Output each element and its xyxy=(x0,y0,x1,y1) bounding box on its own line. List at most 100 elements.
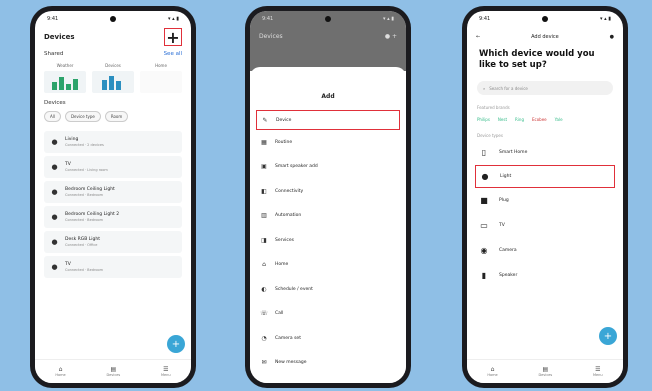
shortcut-thumbnail xyxy=(44,71,86,93)
fab-button[interactable]: + xyxy=(167,335,185,353)
device-type-smart-home[interactable]: ▯ Smart Home xyxy=(467,140,623,165)
filter-chip-device-type[interactable]: Device type xyxy=(64,111,101,122)
nav-item-devices[interactable]: ▤ Devices xyxy=(538,366,552,377)
brand-item[interactable]: Ecobee xyxy=(532,117,547,122)
tv-icon: ▭ xyxy=(480,221,488,230)
bottom-nav: ⌂ Home ▤ Devices ☰ Menu xyxy=(467,359,623,383)
device-type-label: Plug xyxy=(499,198,509,203)
filter-chip-all[interactable]: All xyxy=(44,111,61,122)
status-bar: 9:41 ▾ ▴ ▮ xyxy=(35,11,191,27)
menu-item-device[interactable]: ✎ Device xyxy=(256,110,400,130)
fab-button[interactable]: + xyxy=(599,327,617,345)
device-icon: ● xyxy=(51,213,58,221)
device-type-plug[interactable]: ■ Plug xyxy=(467,188,623,213)
fab-icon: + xyxy=(603,330,613,342)
back-icon[interactable]: ← xyxy=(476,34,480,40)
menu-item-camera[interactable]: ◔ Camera set xyxy=(250,326,406,351)
device-name: Bedroom Ceiling Light 2 xyxy=(65,212,120,217)
device-card[interactable]: ● Bedroom Ceiling Light 2 Connected · Bedr… xyxy=(44,206,182,228)
search-icon: ⌕ xyxy=(483,85,486,91)
menu-item-label: Services xyxy=(275,237,294,243)
menu-item-label: New message xyxy=(275,360,307,366)
devices-icon: ▤ xyxy=(110,366,117,373)
phone-devices-screen: 9:41 ▾ ▴ ▮ Devices + Shared See all Weat… xyxy=(30,6,196,388)
shortcut-card[interactable]: Home xyxy=(140,63,182,93)
brand-item[interactable]: Nest xyxy=(498,117,507,122)
nav-item-devices[interactable]: ▤ Devices xyxy=(106,366,120,377)
phone-add-sheet: 9:41 ▾ ▴ ▮ Devices ● + Add ✎ Device ▦ Rout… xyxy=(245,6,411,388)
device-card[interactable]: ● TV Connected · Bedroom xyxy=(44,256,182,278)
status-time: 9:41 xyxy=(262,16,274,22)
device-card[interactable]: ● Living Connected · 2 devices xyxy=(44,131,182,153)
shortcut-thumbnail xyxy=(140,71,182,93)
menu-item-home[interactable]: ⌂ Home xyxy=(250,253,406,278)
nav-label: Menu xyxy=(592,373,603,377)
brand-list: Philips Nest Ring Ecobee Yale xyxy=(467,112,623,127)
phone-device-picker: 9:41 ▾ ▴ ▮ ← Add device ● Which device w… xyxy=(462,6,628,388)
status-icons: ▾ ▴ ▮ xyxy=(383,16,394,22)
menu-item-call[interactable]: ☏ Call xyxy=(250,302,406,327)
home-icon: ⌂ xyxy=(490,366,495,373)
plus-icon: + xyxy=(166,27,180,47)
menu-item-label: Device xyxy=(276,117,292,123)
home-icon: ⌂ xyxy=(262,261,266,269)
menu-item-label: Connectivity xyxy=(275,188,304,194)
status-icons: ▾ ▴ ▮ xyxy=(600,16,611,22)
menu-item-smart-speaker[interactable]: ▣ Smart speaker add xyxy=(250,155,406,180)
device-name: Bedroom Ceiling Light xyxy=(65,187,115,192)
dimmed-icons: ● + xyxy=(384,33,397,40)
plug-icon: ■ xyxy=(480,196,488,205)
nav-item-menu[interactable]: ☰ Menu xyxy=(593,366,603,377)
brand-item[interactable]: Ring xyxy=(515,117,524,122)
device-icon: ● xyxy=(51,138,58,146)
nav-item-home[interactable]: ⌂ Home xyxy=(487,366,497,377)
brand-item[interactable]: Philips xyxy=(477,117,490,122)
shortcut-thumbnail xyxy=(92,71,134,93)
filter-chips: All Device type Room xyxy=(35,109,191,128)
menu-icon: ☰ xyxy=(163,366,169,373)
nav-item-menu[interactable]: ☰ Menu xyxy=(161,366,171,377)
device-status: Connected · Living room xyxy=(65,168,108,172)
menu-item-label: Routine xyxy=(275,139,293,145)
menu-item-label: Automation xyxy=(275,213,302,219)
device-icon: ● xyxy=(51,238,58,246)
menu-item-services[interactable]: ◨ Services xyxy=(250,228,406,253)
device-status: Connected · Bedroom xyxy=(65,193,104,197)
device-card[interactable]: ● Desk RGB Light Connected · Office xyxy=(44,231,182,253)
add-button[interactable]: + xyxy=(164,27,182,47)
shortcut-label: Home xyxy=(155,63,167,68)
menu-item-connectivity[interactable]: ◧ Connectivity xyxy=(250,179,406,204)
device-name: TV xyxy=(65,162,71,167)
nav-label: Menu xyxy=(160,373,171,377)
menu-item-message[interactable]: ✉ New message xyxy=(250,351,406,376)
device-card[interactable]: ● Bedroom Ceiling Light Connected · Bedroo… xyxy=(44,181,182,203)
add-sheet-screen: 9:41 ▾ ▴ ▮ Devices ● + Add ✎ Device ▦ Rout… xyxy=(250,11,406,383)
device-card[interactable]: ● TV Connected · Living room xyxy=(44,156,182,178)
connectivity-icon: ◧ xyxy=(261,187,267,195)
shortcut-card[interactable]: Devices xyxy=(92,63,134,93)
device-status: Connected · 2 devices xyxy=(65,143,104,147)
filter-chip-room[interactable]: Room xyxy=(104,111,129,122)
search-input[interactable]: ⌕ Search for a device xyxy=(477,81,613,95)
schedule-icon: ◐ xyxy=(261,285,267,293)
shortcut-card[interactable]: Weather xyxy=(44,63,86,93)
device-type-camera[interactable]: ◉ Camera xyxy=(467,238,623,263)
see-all-link[interactable]: See all xyxy=(164,51,182,57)
menu-item-routine[interactable]: ▦ Routine xyxy=(250,130,406,155)
menu-item-label: Home xyxy=(275,262,289,268)
menu-item-schedule[interactable]: ◐ Schedule / event xyxy=(250,277,406,302)
device-type-speaker[interactable]: ▮ Speaker xyxy=(467,263,623,288)
speaker-icon: ▣ xyxy=(261,163,267,171)
status-bar: 9:41 ▾ ▴ ▮ xyxy=(250,11,406,27)
device-type-tv[interactable]: ▭ TV xyxy=(467,213,623,238)
app-header: ← Add device ● xyxy=(467,27,623,47)
device-name: TV xyxy=(65,262,71,267)
device-type-light[interactable]: ● Light xyxy=(475,165,615,188)
menu-item-automation[interactable]: ▥ Automation xyxy=(250,204,406,229)
nav-item-home[interactable]: ⌂ Home xyxy=(55,366,65,377)
camera-cutout xyxy=(325,16,332,22)
device-icon: ✎ xyxy=(262,116,268,124)
device-type-label: TV xyxy=(499,223,505,228)
info-icon[interactable]: ● xyxy=(610,34,614,40)
brand-item[interactable]: Yale xyxy=(555,117,563,122)
